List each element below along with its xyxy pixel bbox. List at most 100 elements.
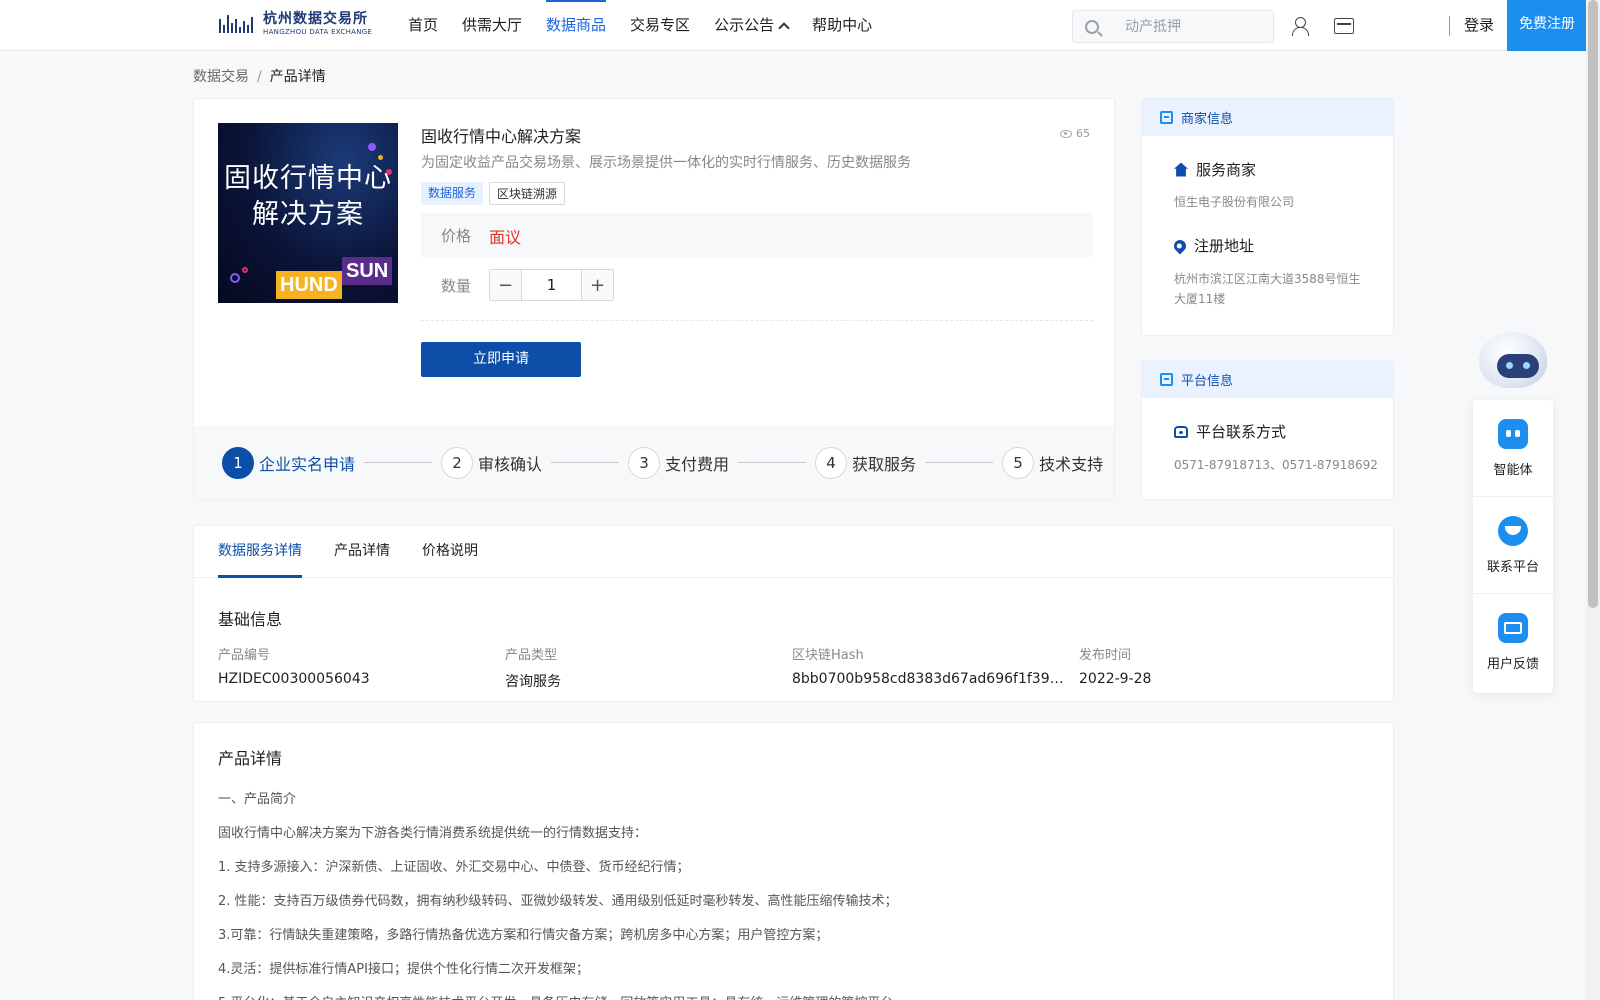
product-description: 为固定收益产品交易场景、展示场景提供一体化的实时行情服务、历史数据服务 [421, 155, 911, 171]
service-merchant-value: 恒生电子股份有限公司 [1174, 195, 1295, 209]
product-tags: 数据服务 区块链溯源 [421, 182, 566, 205]
platform-contact-value: 0571-87918713、0571-87918692 [1174, 458, 1378, 472]
search-box [1072, 10, 1274, 43]
basic-info-title: 基础信息 [218, 610, 283, 629]
breadcrumb: 数据交易 / 产品详情 [193, 66, 326, 86]
logo-text-cn: 杭州数据交易所 [263, 11, 368, 27]
detail-line: 3.可靠：行情缺失重建策略，多路行情热备优选方案和行情灾备方案；跨机房多中心方案… [218, 928, 829, 943]
store-icon[interactable] [1334, 18, 1354, 34]
product-image-title: 固收行情中心解决方案 [224, 163, 392, 230]
info-product-type: 产品类型 咨询服务 [505, 644, 792, 691]
step-label: 支付费用 [665, 454, 730, 474]
step-3: 3 支付费用 [628, 446, 730, 479]
nav-help-center[interactable]: 帮助中心 [800, 0, 884, 51]
detail-line: 1. 支持多源接入：沪深新债、上证固收、外汇交易中心、中债登、货币经纪行情； [218, 860, 690, 875]
process-steps: 1 企业实名申请 2 审核确认 3 支付费用 4 获取服务 5 技术支持 [194, 426, 1114, 499]
tab-price-note[interactable]: 价格说明 [422, 526, 478, 577]
tag-blockchain-trace: 区块链溯源 [489, 182, 566, 205]
product-card: 固收行情中心解决方案 HUND SUN 固收行情中心解决方案 65 为固定收益产… [193, 98, 1115, 500]
merchant-info-card: 商家信息 服务商家 恒生电子股份有限公司 注册地址 杭州市滨江区江南大道3588… [1141, 98, 1394, 336]
step-1: 1 企业实名申请 [222, 446, 355, 479]
scrollbar-thumb[interactable] [1588, 0, 1598, 608]
header-divider [1449, 16, 1450, 36]
step-connector [364, 462, 433, 463]
logo-text-en: HANGZHOU DATA EXCHANGE [263, 28, 373, 36]
tab-data-service-detail[interactable]: 数据服务详情 [218, 526, 302, 578]
info-publish-date: 发布时间 2022-9-28 [1079, 644, 1366, 691]
platform-contact-label: 平台联系方式 [1196, 423, 1287, 441]
step-connector [738, 462, 807, 463]
page-scrollbar[interactable] [1586, 0, 1600, 1000]
step-4: 4 获取服务 [815, 446, 916, 479]
service-merchant-row: 服务商家 [1174, 159, 1256, 180]
nav-supply-demand[interactable]: 供需大厅 [450, 0, 534, 51]
apply-now-button[interactable]: 立即申请 [421, 342, 581, 377]
price-value: 面议 [489, 228, 522, 247]
service-detail-card: 数据服务详情 产品详情 价格说明 基础信息 产品编号 HZIDEC0030005… [193, 525, 1394, 702]
register-button[interactable]: 免费注册 [1507, 0, 1587, 51]
product-title: 固收行情中心解决方案 [421, 127, 582, 146]
float-agent[interactable]: 智能体 [1473, 400, 1553, 497]
step-2: 2 审核确认 [441, 446, 542, 479]
phone-icon [1174, 425, 1188, 438]
decrement-button[interactable]: − [490, 270, 521, 300]
eye-icon [1060, 129, 1072, 138]
platform-info-title: 平台信息 [1181, 374, 1234, 389]
top-navbar: 杭州数据交易所 HANGZHOU DATA EXCHANGE 首页 供需大厅 数… [0, 0, 1587, 51]
nav-home[interactable]: 首页 [396, 0, 450, 51]
info-product-id: 产品编号 HZIDEC00300056043 [218, 644, 505, 691]
nav-announcements-label: 公示公告 [714, 16, 775, 34]
detail-line: 2. 性能：支持百万级债券代码数，拥有纳秒级转码、亚微妙级转发、通用级别低延时毫… [218, 894, 898, 909]
merchant-info-header: 商家信息 [1142, 99, 1393, 136]
info-key: 发布时间 [1079, 648, 1132, 663]
view-count-value: 65 [1076, 127, 1090, 140]
search-input[interactable] [1125, 18, 1255, 35]
float-feedback[interactable]: 用户反馈 [1473, 594, 1553, 691]
merchant-info-title: 商家信息 [1181, 112, 1234, 127]
detail-line: 4.灵活：提供标准行情API接口；提供个性化行情二次开发框架； [218, 962, 589, 977]
breadcrumb-parent[interactable]: 数据交易 [193, 69, 249, 85]
float-contact[interactable]: 联系平台 [1473, 497, 1553, 594]
agent-icon [1498, 418, 1528, 449]
main-nav: 首页 供需大厅 数据商品 交易专区 公示公告 帮助中心 [396, 0, 884, 51]
nav-trade-zone[interactable]: 交易专区 [618, 0, 702, 51]
quantity-value[interactable]: 1 [521, 270, 582, 300]
site-logo[interactable]: 杭州数据交易所 HANGZHOU DATA EXCHANGE [219, 11, 372, 37]
info-value: 2022-9-28 [1079, 671, 1152, 687]
info-blockchain-hash: 区块链Hash 8bb0700b958cd8383d67ad696f1f3988… [792, 644, 1079, 691]
info-card-icon [1160, 111, 1173, 124]
float-contact-label: 联系平台 [1486, 559, 1539, 575]
nav-announcements[interactable]: 公示公告 [702, 0, 800, 51]
address-value: 杭州市滨江区江南大道3588号恒生大厦11楼 [1174, 272, 1361, 306]
divider [421, 320, 1093, 321]
location-pin-icon [1171, 237, 1189, 254]
float-agent-label: 智能体 [1493, 462, 1533, 478]
nav-data-products[interactable]: 数据商品 [534, 0, 618, 51]
info-key: 区块链Hash [792, 648, 864, 663]
info-card-icon [1160, 373, 1173, 386]
product-detail-text: 一、产品简介 固收行情中心解决方案为下游各类行情消费系统提供统一的行情数据支持：… [218, 783, 906, 1000]
tab-product-detail[interactable]: 产品详情 [334, 526, 390, 577]
basic-info-grid: 产品编号 HZIDEC00300056043 产品类型 咨询服务 区块链Hash… [218, 644, 1366, 691]
increment-button[interactable]: + [582, 270, 613, 300]
detail-tabs: 数据服务详情 产品详情 价格说明 [194, 526, 1393, 578]
info-value: 咨询服务 [505, 674, 561, 690]
login-link[interactable]: 登录 [1464, 0, 1494, 51]
detail-line: 固收行情中心解决方案为下游各类行情消费系统提供统一的行情数据支持： [218, 826, 648, 841]
price-box: 价格 面议 [421, 213, 1093, 257]
product-detail-card: 产品详情 一、产品简介 固收行情中心解决方案为下游各类行情消费系统提供统一的行情… [193, 722, 1394, 1000]
feedback-icon [1498, 613, 1528, 643]
robot-mascot-icon[interactable] [1474, 326, 1552, 402]
logo-mark-icon [219, 11, 257, 37]
step-5: 5 技术支持 [1002, 446, 1103, 479]
step-number: 1 [222, 446, 254, 479]
step-connector [551, 462, 620, 463]
floating-service-panel: 智能体 联系平台 用户反馈 [1473, 400, 1553, 693]
info-key: 产品编号 [218, 648, 271, 663]
search-icon[interactable] [1085, 19, 1099, 34]
step-number: 3 [628, 446, 661, 479]
info-value: HZIDEC00300056043 [218, 671, 370, 687]
user-icon[interactable] [1290, 16, 1310, 36]
platform-info-card: 平台信息 平台联系方式 0571-87918713、0571-87918692 [1141, 360, 1394, 500]
quantity-stepper: − 1 + [489, 269, 614, 301]
